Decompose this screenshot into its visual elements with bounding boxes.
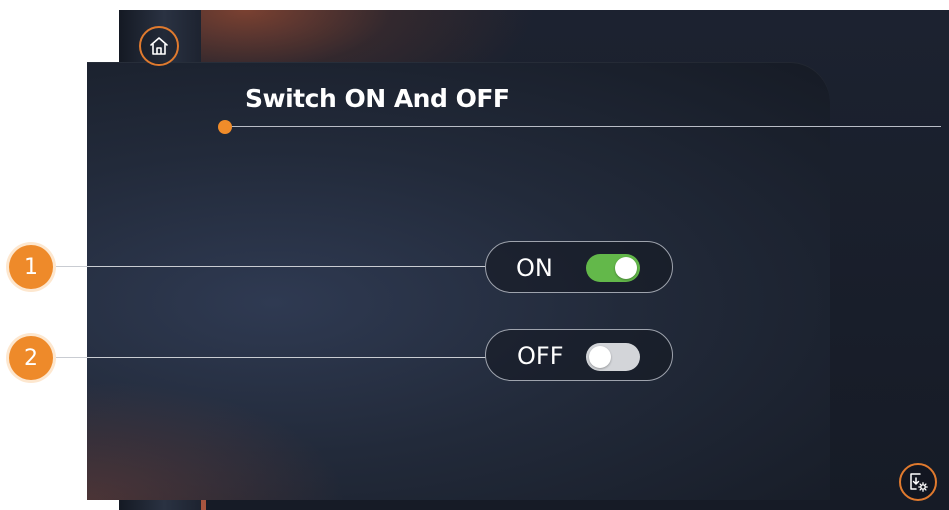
callout-line-2: [54, 357, 486, 358]
callout-line-1: [54, 266, 486, 267]
home-button[interactable]: [139, 26, 179, 66]
toggle-on-control[interactable]: ON: [485, 241, 673, 293]
toggle-off-control[interactable]: OFF: [485, 329, 673, 381]
home-icon: [148, 35, 170, 57]
toggle-knob: [615, 257, 637, 279]
callout-badge-2: 2: [9, 336, 53, 380]
download-settings-icon: [907, 471, 929, 493]
title-divider: [226, 126, 941, 127]
toggle-on-switch[interactable]: [586, 254, 640, 282]
panel-glow: [87, 380, 347, 500]
toggle-off-switch[interactable]: [586, 343, 640, 371]
toggle-off-label: OFF: [517, 342, 564, 370]
page-title: Switch ON And OFF: [245, 84, 510, 113]
toggle-on-label: ON: [516, 254, 553, 282]
settings-button[interactable]: [899, 463, 937, 501]
toggle-knob: [589, 346, 611, 368]
callout-badge-1: 1: [9, 245, 53, 289]
title-marker-dot: [218, 120, 232, 134]
